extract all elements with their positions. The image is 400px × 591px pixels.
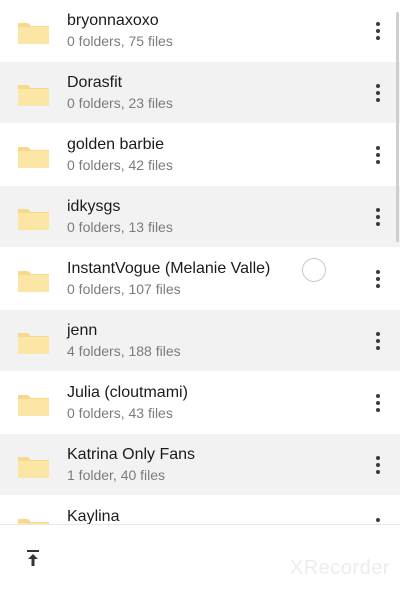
- folder-row-dorasfit[interactable]: Dorasfit 0 folders, 23 files: [0, 62, 400, 124]
- folder-icon: [18, 333, 49, 354]
- folder-row-katrina[interactable]: Katrina Only Fans 1 folder, 40 files: [0, 434, 400, 496]
- bottom-toolbar: XRecorder: [0, 524, 400, 591]
- folder-icon: [18, 209, 49, 230]
- folder-name: Katrina Only Fans: [67, 446, 196, 463]
- more-vertical-icon[interactable]: [368, 392, 388, 414]
- folder-name: InstantVogue (Melanie Valle): [67, 260, 271, 277]
- upload-to-top-icon[interactable]: [22, 547, 44, 569]
- folder-row-idkysgs[interactable]: idkysgs 0 folders, 13 files: [0, 186, 400, 248]
- folder-row-instantvogue[interactable]: InstantVogue (Melanie Valle) 0 folders, …: [0, 248, 400, 310]
- folder-row-bryonnaxoxo[interactable]: bryonnaxoxo 0 folders, 75 files: [0, 0, 400, 62]
- folder-meta: 0 folders, 42 files: [67, 157, 173, 173]
- folder-icon: [18, 395, 49, 416]
- folder-icon: [18, 147, 49, 168]
- folder-meta: 0 folders, 23 files: [67, 95, 173, 111]
- folder-name: idkysgs: [67, 198, 121, 215]
- scrollbar[interactable]: [396, 12, 399, 242]
- folder-name: bryonnaxoxo: [67, 12, 159, 29]
- folder-meta: 0 folders, 75 files: [67, 33, 173, 49]
- folder-name: Julia (cloutmami): [67, 384, 188, 401]
- more-vertical-icon[interactable]: [368, 330, 388, 352]
- more-vertical-icon[interactable]: [368, 268, 388, 290]
- more-vertical-icon[interactable]: [368, 206, 388, 228]
- folder-row-golden-barbie[interactable]: golden barbie 0 folders, 42 files: [0, 124, 400, 186]
- folder-meta: 0 folders, 107 files: [67, 281, 181, 297]
- folder-list: bryonnaxoxo 0 folders, 75 files Dorasfit…: [0, 0, 400, 558]
- folder-name: jenn: [67, 322, 98, 339]
- folder-meta: 0 folders, 13 files: [67, 219, 173, 235]
- folder-row-julia[interactable]: Julia (cloutmami) 0 folders, 43 files: [0, 372, 400, 434]
- more-vertical-icon[interactable]: [368, 82, 388, 104]
- more-vertical-icon[interactable]: [368, 454, 388, 476]
- watermark: XRecorder: [289, 557, 390, 579]
- loading-spinner-icon: [302, 258, 326, 282]
- more-vertical-icon[interactable]: [368, 144, 388, 166]
- folder-icon: [18, 457, 49, 478]
- folder-icon: [18, 271, 49, 292]
- folder-name: Dorasfit: [67, 74, 123, 91]
- folder-icon: [18, 23, 49, 44]
- more-vertical-icon[interactable]: [368, 20, 388, 42]
- folder-meta: 1 folder, 40 files: [67, 467, 166, 483]
- folder-meta: 4 folders, 188 files: [67, 343, 181, 359]
- folder-name: golden barbie: [67, 136, 164, 153]
- folder-meta: 0 folders, 43 files: [67, 405, 173, 421]
- folder-row-jenn[interactable]: jenn 4 folders, 188 files: [0, 310, 400, 372]
- folder-icon: [18, 85, 49, 106]
